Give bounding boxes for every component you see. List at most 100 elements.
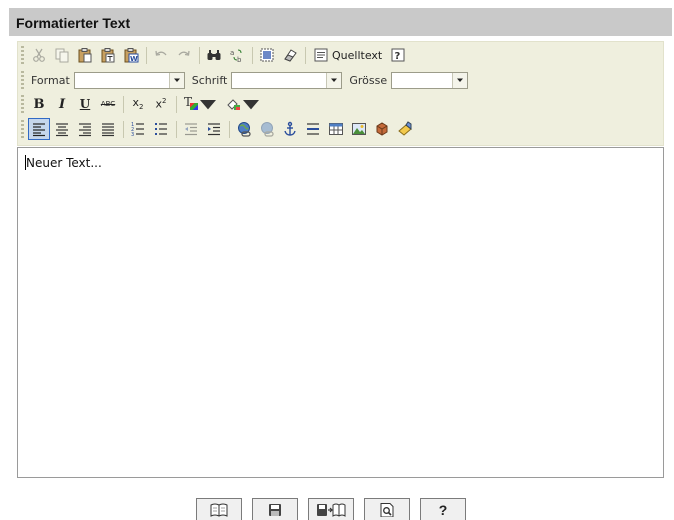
save-and-book-button[interactable] (308, 498, 354, 520)
copy-button[interactable] (51, 44, 73, 66)
align-justify-button[interactable] (97, 118, 119, 140)
format-select[interactable] (73, 71, 185, 89)
image-button[interactable] (348, 118, 370, 140)
superscript-icon: x2 (155, 97, 167, 111)
toolbar-grip[interactable] (21, 46, 24, 64)
svg-text:a: a (230, 49, 234, 57)
preview-icon (380, 502, 394, 517)
about-icon: ? (391, 48, 405, 62)
find-button[interactable] (203, 44, 225, 66)
align-right-button[interactable] (74, 118, 96, 140)
ordered-list-icon: 123 (131, 122, 144, 137)
paste-text-icon (101, 48, 115, 63)
help-button[interactable]: ? (420, 498, 466, 520)
italic-button[interactable]: I (51, 93, 73, 115)
replace-button[interactable]: ab (226, 44, 248, 66)
cut-button[interactable] (28, 44, 50, 66)
editor-area[interactable]: Neuer Text... (17, 147, 664, 478)
format-dropdown-arrow[interactable] (168, 72, 184, 88)
bottom-button-bar: ? (196, 498, 488, 520)
select-all-button[interactable] (256, 44, 278, 66)
bold-button[interactable]: B (28, 93, 50, 115)
unordered-list-icon (155, 123, 167, 135)
paste-button[interactable] (74, 44, 96, 66)
toolbar-separator (123, 120, 124, 138)
align-center-icon (56, 123, 68, 137)
anchor-icon (284, 121, 296, 136)
table-button[interactable] (325, 118, 347, 140)
align-left-button[interactable] (28, 118, 50, 140)
horizontal-rule-button[interactable] (302, 118, 324, 140)
format-label: Format (31, 73, 70, 87)
font-dropdown-arrow[interactable] (326, 72, 342, 88)
underline-button[interactable]: U (74, 93, 96, 115)
cut-icon (33, 48, 45, 62)
about-button[interactable]: ? (387, 44, 409, 66)
flash-button[interactable] (394, 118, 416, 140)
toolbar-separator (176, 95, 177, 113)
window-title: Formatierter Text (9, 8, 672, 36)
strikethrough-button[interactable]: ABC (97, 93, 119, 115)
size-dropdown-arrow[interactable] (452, 72, 468, 88)
save-icon (269, 503, 281, 516)
toolbar-separator (123, 95, 124, 113)
svg-text:3: 3 (131, 132, 134, 137)
align-center-button[interactable] (51, 118, 73, 140)
undo-button[interactable] (150, 44, 172, 66)
source-label: Quelltext (332, 48, 383, 62)
chevron-down-icon (243, 100, 259, 110)
save-and-book-icon (317, 503, 346, 517)
toolbar-separator (252, 46, 253, 64)
indent-button[interactable] (203, 118, 225, 140)
unordered-list-button[interactable] (150, 118, 172, 140)
toolbar-grip[interactable] (21, 71, 24, 89)
superscript-button[interactable]: x2 (150, 93, 172, 115)
editor-toolbar: W ab Quelltext ? Format Schrift Grösse B… (17, 41, 664, 146)
toolbar-grip[interactable] (21, 95, 24, 113)
svg-text:b: b (237, 56, 242, 63)
size-select[interactable] (391, 71, 469, 89)
align-left-icon (33, 123, 45, 137)
toolbar-row-basic: B I U ABC x2 x2 T (21, 93, 264, 115)
remove-format-button[interactable] (279, 44, 301, 66)
remove-format-icon (284, 49, 297, 62)
font-select[interactable] (231, 71, 343, 89)
toolbar-separator (146, 46, 147, 64)
background-color-icon (227, 99, 240, 110)
select-all-icon (260, 48, 274, 62)
source-button[interactable]: Quelltext (309, 44, 386, 66)
paste-word-icon: W (124, 48, 139, 63)
background-color-button[interactable] (221, 93, 263, 115)
special-char-button[interactable] (371, 118, 393, 140)
svg-text:W: W (130, 55, 138, 63)
text-color-button[interactable]: T (180, 93, 220, 115)
toolbar-separator (176, 120, 177, 138)
flash-icon (398, 121, 412, 136)
text-color-icon: T (184, 95, 198, 111)
book-icon (210, 503, 228, 517)
paste-word-button[interactable]: W (120, 44, 142, 66)
chevron-down-icon (457, 78, 464, 82)
replace-icon: ab (230, 49, 242, 63)
preview-button[interactable] (364, 498, 410, 520)
link-icon (238, 122, 251, 137)
strikethrough-icon: ABC (100, 100, 116, 108)
underline-icon: U (79, 97, 91, 111)
toolbar-grip[interactable] (21, 120, 24, 138)
paste-text-button[interactable] (97, 44, 119, 66)
find-icon (207, 50, 221, 60)
editor-content[interactable]: Neuer Text... (26, 156, 102, 170)
ordered-list-button[interactable]: 123 (127, 118, 149, 140)
unlink-button[interactable] (256, 118, 278, 140)
size-label: Grösse (349, 73, 388, 87)
anchor-button[interactable] (279, 118, 301, 140)
save-button[interactable] (252, 498, 298, 520)
subscript-button[interactable]: x2 (127, 93, 149, 115)
special-char-icon (376, 122, 388, 136)
indent-icon (208, 123, 220, 136)
redo-button[interactable] (173, 44, 195, 66)
book-button[interactable] (196, 498, 242, 520)
outdent-button[interactable] (180, 118, 202, 140)
text-color-swatch (190, 103, 198, 110)
link-button[interactable] (233, 118, 255, 140)
